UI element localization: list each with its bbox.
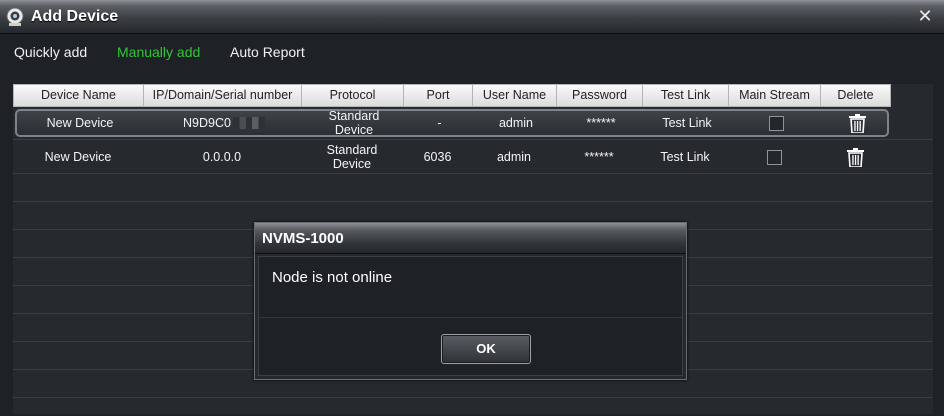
device-name-cell: New Device <box>44 150 112 164</box>
port-cell: 6036 <box>423 150 452 164</box>
column-header-password[interactable]: Password <box>557 85 643 106</box>
row-divider <box>13 139 933 140</box>
main-stream-checkbox[interactable] <box>766 149 782 165</box>
address-cell: N9D9C0 <box>145 111 303 135</box>
tab-quickly-add[interactable]: Quickly add <box>14 44 87 60</box>
protocol-line1: Standard <box>328 109 380 123</box>
add-device-window: Add Device ✕ Quickly add Manually add Au… <box>0 0 944 416</box>
dialog-message: Node is not online <box>272 269 393 286</box>
delete-cell <box>820 141 890 173</box>
column-header-user-name[interactable]: User Name <box>473 85 557 106</box>
table-row[interactable]: New Device 0.0.0.0 Standard Device 6036 … <box>13 141 889 173</box>
password-cell: ****** <box>584 150 614 164</box>
camera-app-icon <box>6 7 24 26</box>
dialog-body: Node is not online OK <box>258 256 683 376</box>
row-divider <box>13 201 933 202</box>
column-header-delete[interactable]: Delete <box>821 85 891 106</box>
address-text: N9D9C0 <box>183 116 231 130</box>
main-stream-cell <box>730 111 822 135</box>
trash-icon[interactable] <box>846 147 864 167</box>
table-header: Device Name IP/Domain/Serial number Prot… <box>13 84 891 107</box>
protocol-line2: Device <box>332 157 372 171</box>
protocol-line2: Device <box>334 123 374 137</box>
test-link[interactable]: Test Link <box>642 141 728 173</box>
dialog-divider <box>259 317 682 318</box>
protocol-line1: Standard <box>326 143 378 157</box>
main-stream-cell <box>728 141 820 173</box>
row-divider <box>13 397 933 398</box>
ok-button[interactable]: OK <box>441 334 531 364</box>
column-header-address[interactable]: IP/Domain/Serial number <box>144 85 302 106</box>
protocol-cell: Standard Device <box>301 141 403 173</box>
tab-manually-add[interactable]: Manually add <box>117 44 200 60</box>
dialog-title-bar: NVMS-1000 <box>255 223 686 254</box>
port-cell: - <box>437 116 442 130</box>
window-title: Add Device <box>31 8 119 25</box>
column-header-port[interactable]: Port <box>404 85 473 106</box>
device-name-cell: New Device <box>46 116 114 130</box>
column-header-test-link[interactable]: Test Link <box>643 85 729 106</box>
main-stream-checkbox[interactable] <box>768 115 784 131</box>
message-dialog: NVMS-1000 Node is not online OK <box>254 222 687 380</box>
table-row[interactable]: New Device N9D9C0 Standard Device - admi… <box>15 109 889 137</box>
password-cell: ****** <box>586 116 616 130</box>
redacted-mask <box>232 117 265 129</box>
protocol-cell: Standard Device <box>303 109 405 137</box>
column-header-main-stream[interactable]: Main Stream <box>729 85 821 106</box>
test-link[interactable]: Test Link <box>644 111 730 135</box>
close-icon[interactable]: ✕ <box>916 6 934 26</box>
user-name-cell: admin <box>496 150 532 164</box>
trash-icon[interactable] <box>848 113 866 133</box>
dialog-title: NVMS-1000 <box>262 230 344 247</box>
user-name-cell: admin <box>498 116 534 130</box>
address-cell: 0.0.0.0 <box>202 150 242 164</box>
delete-cell <box>822 111 892 135</box>
title-bar: Add Device ✕ <box>0 0 944 34</box>
row-divider <box>13 173 933 174</box>
column-header-protocol[interactable]: Protocol <box>302 85 404 106</box>
column-header-device-name[interactable]: Device Name <box>14 85 144 106</box>
tab-auto-report[interactable]: Auto Report <box>230 44 305 60</box>
